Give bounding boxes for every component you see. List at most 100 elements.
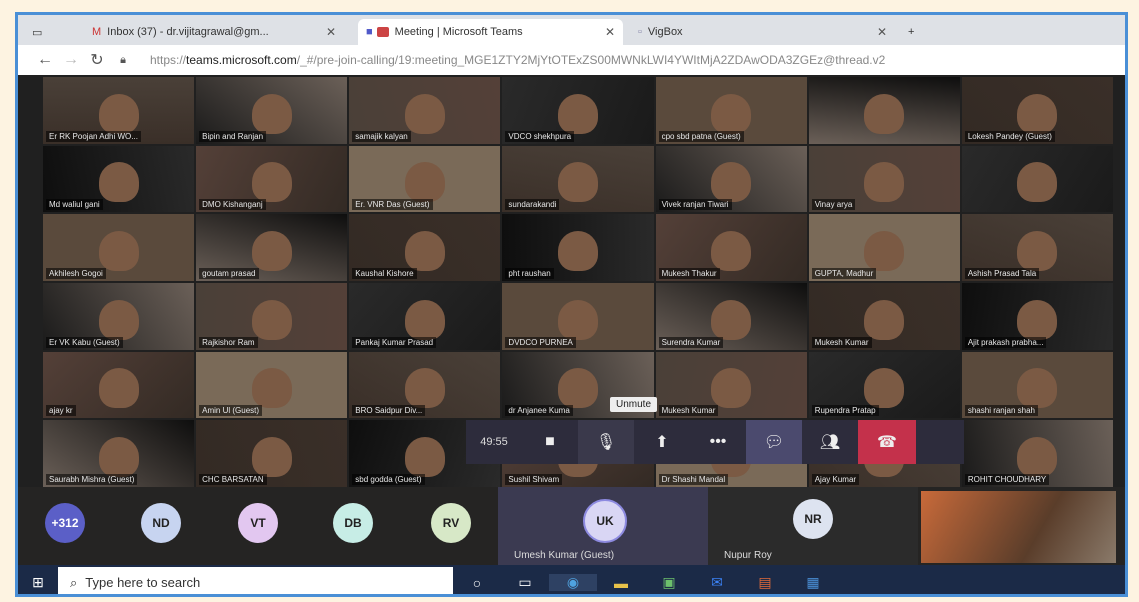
video-tile[interactable]: Mukesh Thakur: [655, 214, 807, 281]
participant-name: Nupur Roy: [724, 550, 772, 561]
video-tile[interactable]: Er. VNR Das (Guest): [349, 145, 501, 213]
video-tile[interactable]: Surendra Kumar: [655, 282, 807, 350]
powerpoint-icon[interactable]: ▤: [741, 574, 789, 591]
close-icon[interactable]: ✕: [326, 25, 336, 39]
video-tile[interactable]: Saurabh Mishra (Guest): [43, 420, 195, 487]
video-tile[interactable]: Mukesh Kumar: [808, 282, 960, 350]
participant-name: BRO Saidpur Div...: [352, 405, 426, 417]
taskview-icon[interactable]: ▭: [501, 574, 549, 591]
mic-off-icon: 🎙︎: [595, 434, 617, 451]
participant-figure: [864, 162, 905, 203]
avatar[interactable]: ND: [141, 503, 181, 543]
close-icon[interactable]: ✕: [605, 25, 615, 39]
video-tile[interactable]: goutam prasad: [196, 214, 348, 281]
chat-icon: 💬︎: [763, 434, 785, 451]
participant-name: Ashish Prasad Tala: [964, 267, 1040, 279]
participant-name: goutam prasad: [199, 267, 259, 279]
video-tile[interactable]: pht raushan: [502, 214, 654, 281]
tab-vigbox[interactable]: ▫ VigBox ✕: [630, 19, 895, 45]
tab-inbox[interactable]: M Inbox (37) - dr.vijitagrawal@gm... ✕: [84, 19, 344, 45]
participant-figure: [251, 230, 292, 271]
video-tile[interactable]: Lokesh Pandey (Guest): [961, 77, 1113, 144]
page-icon: ▫: [638, 26, 642, 38]
video-tile[interactable]: Vivek ranjan Tiwari: [655, 145, 807, 213]
video-tile[interactable]: ajay kr: [43, 351, 195, 419]
participant-figure: [557, 299, 598, 340]
video-tile[interactable]: DVDCO PURNEA: [502, 282, 654, 350]
close-icon[interactable]: ✕: [877, 25, 887, 39]
video-tile[interactable]: Bipin and Ranjan: [196, 77, 348, 144]
video-tile[interactable]: cpo sbd patna (Guest): [655, 77, 807, 144]
avatar[interactable]: DB: [333, 503, 373, 543]
video-tile[interactable]: VDCO shekhpura: [502, 77, 654, 144]
participant-name: Vinay arya: [811, 199, 856, 211]
video-tile[interactable]: Akhilesh Gogoi: [43, 214, 195, 281]
avatar[interactable]: RV: [431, 503, 471, 543]
video-tile[interactable]: Mukesh Kumar: [655, 351, 807, 419]
word-icon[interactable]: ▦: [789, 574, 837, 591]
video-tile[interactable]: Amin Ul (Guest): [196, 351, 348, 419]
new-tab-button[interactable]: +: [900, 19, 930, 45]
video-tile[interactable]: Rajkishor Ram: [196, 282, 348, 350]
video-tile[interactable]: Ashish Prasad Tala: [961, 214, 1113, 281]
video-tile[interactable]: GUPTA, Madhur: [808, 214, 960, 281]
participant-name: DVDCO PURNEA: [505, 336, 576, 348]
windows-start-icon[interactable]: ⊞: [18, 574, 58, 591]
participant-figure: [711, 230, 752, 271]
overflow-count-badge[interactable]: +312: [45, 503, 85, 543]
more-button[interactable]: •••: [690, 420, 746, 464]
featured-participant[interactable]: UK Umesh Kumar (Guest): [498, 487, 708, 565]
video-tile[interactable]: Vinay arya: [808, 145, 960, 213]
video-tile[interactable]: DMO Kishanganj: [196, 145, 348, 213]
reload-icon[interactable]: ↻: [84, 50, 110, 70]
video-tile[interactable]: CHC BARSATAN: [196, 420, 348, 487]
url-field[interactable]: https://teams.microsoft.com/_#/pre-join-…: [150, 53, 1010, 67]
share-button[interactable]: ⬆: [634, 420, 690, 464]
video-tile[interactable]: shashi ranjan shah: [961, 351, 1113, 419]
mail-icon[interactable]: ✉: [693, 574, 741, 591]
mute-button[interactable]: 🎙︎: [578, 420, 634, 464]
participant-figure: [404, 162, 445, 203]
video-tile[interactable]: samajik kalyan: [349, 77, 501, 144]
participant-name: dr Anjanee Kuma: [505, 405, 573, 417]
video-tile[interactable]: Kaushal Kishore: [349, 214, 501, 281]
explorer-icon[interactable]: ▬: [597, 575, 645, 591]
tab-label: VigBox: [647, 26, 683, 38]
edge-icon[interactable]: ◉: [549, 574, 597, 591]
lock-icon[interactable]: 🔒︎: [110, 54, 136, 67]
participant-figure: [251, 368, 292, 409]
participant-name: VDCO shekhpura: [505, 130, 575, 142]
video-tile[interactable]: Md waliul gani: [43, 145, 195, 213]
video-tile[interactable]: BRO Saidpur Div...: [349, 351, 501, 419]
video-tile[interactable]: Pankaj Kumar Prasad: [349, 282, 501, 350]
participant-tile[interactable]: NR Nupur Roy: [708, 487, 918, 565]
video-tile[interactable]: ROHIT CHOUDHARY: [961, 420, 1113, 487]
participant-figure: [864, 299, 905, 340]
participant-figure: [1017, 299, 1058, 340]
video-tile[interactable]: Er RK Poojan Adhi WO...: [43, 77, 195, 144]
tab-teams-meeting[interactable]: ■ Meeting | Microsoft Teams ✕: [358, 19, 623, 45]
taskbar-search[interactable]: ⌕ Type here to search: [58, 567, 453, 594]
participants-button[interactable]: 👥︎: [802, 420, 858, 464]
participant-figure: [251, 93, 292, 134]
task-view-icon[interactable]: ○: [453, 575, 501, 591]
store-icon[interactable]: ▣: [645, 574, 693, 591]
participant-name: ROHIT CHOUDHARY: [964, 473, 1050, 485]
window-menu-icon[interactable]: ▭: [24, 19, 64, 45]
participant-figure: [1017, 368, 1058, 409]
hang-up-button[interactable]: ☎: [858, 420, 916, 464]
participant-name: cpo sbd patna (Guest): [658, 130, 744, 142]
video-tile[interactable]: [808, 77, 960, 144]
chat-button[interactable]: 💬︎: [746, 420, 802, 464]
camera-button[interactable]: ■: [522, 420, 578, 464]
avatar[interactable]: VT: [238, 503, 278, 543]
video-tile[interactable]: sundarakandi: [502, 145, 654, 213]
video-tile[interactable]: Er VK Kabu (Guest): [43, 282, 195, 350]
back-icon[interactable]: ←: [32, 51, 58, 69]
participant-name: Saurabh Mishra (Guest): [46, 473, 138, 485]
participant-name: Akhilesh Gogoi: [46, 267, 106, 279]
video-tile[interactable]: [961, 145, 1113, 213]
video-tile[interactable]: Rupendra Pratap: [808, 351, 960, 419]
forward-icon[interactable]: →: [58, 51, 84, 69]
video-tile[interactable]: Ajit prakash prabha...: [961, 282, 1113, 350]
